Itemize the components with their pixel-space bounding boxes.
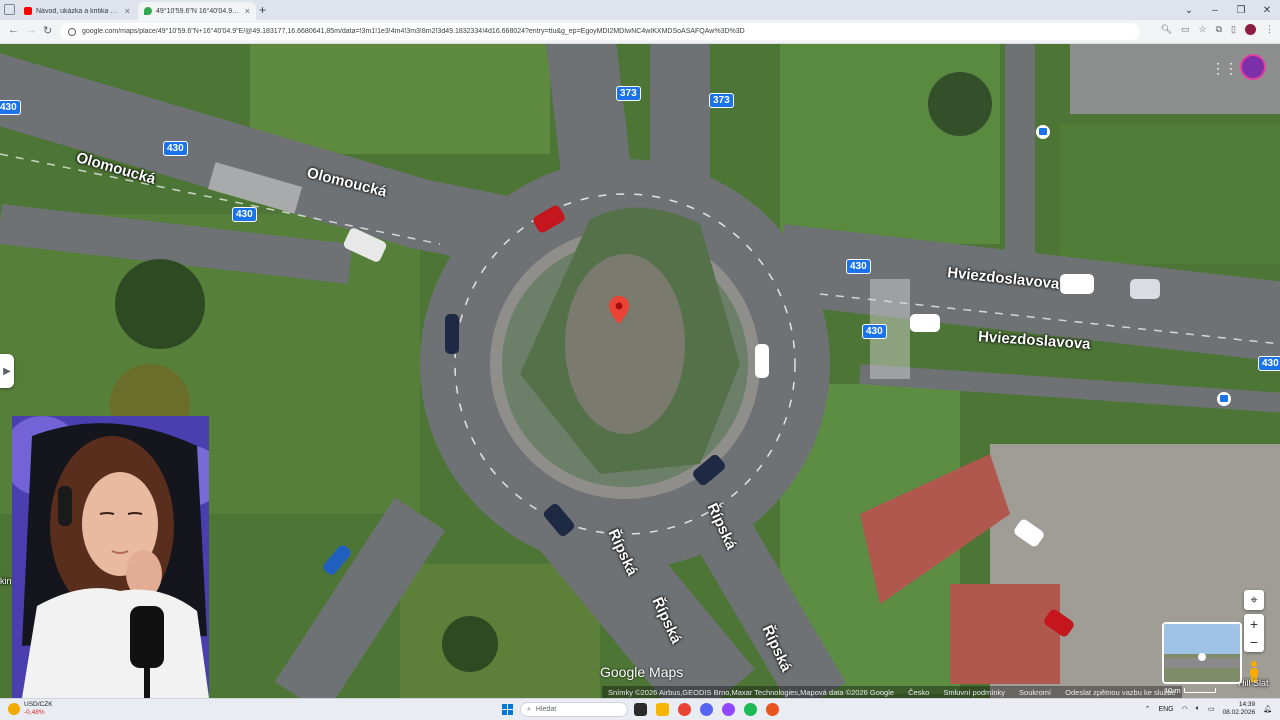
clock[interactable]: 14:39 08.02.2026: [1223, 701, 1256, 717]
ticker-change: -0,48%: [24, 709, 45, 716]
wifi-icon[interactable]: ◠: [1182, 705, 1188, 713]
bus-stop-icon[interactable]: [1216, 391, 1232, 407]
language-indicator[interactable]: ENG: [1158, 706, 1173, 713]
route-shield: 430: [232, 207, 257, 222]
messenger-icon[interactable]: [722, 703, 735, 716]
crosshair-icon: ⌖: [1250, 592, 1258, 607]
toolbar-actions: 🔍︎ ▭ ☆ ⧉ ▯ ⋮: [1161, 24, 1274, 35]
system-tray: ⌃ ENG ◠ 🔈︎ ▭ 14:39 08.02.2026 🔔︎: [1145, 701, 1272, 717]
close-tab-icon[interactable]: ×: [245, 6, 250, 16]
route-shield: 430: [1258, 356, 1280, 371]
forward-icon[interactable]: →: [26, 24, 37, 36]
scale-label: 10 m: [1164, 686, 1181, 695]
bus-stop-icon[interactable]: [1035, 124, 1051, 140]
layers-thumbnail-button[interactable]: [1162, 622, 1242, 684]
my-location-button[interactable]: ⌖: [1244, 590, 1264, 610]
search-placeholder: Hledat: [535, 706, 557, 713]
browser-toolbar: ← → ↻ google.com/maps/place/49°10'59.6"N…: [0, 20, 1280, 44]
streamer-video: [12, 416, 209, 698]
maximize-icon[interactable]: ❐: [1228, 5, 1254, 16]
spotify-icon[interactable]: [744, 703, 757, 716]
route-shield: 373: [616, 86, 641, 101]
scale-bar[interactable]: 10 m: [1164, 686, 1216, 695]
notifications-icon[interactable]: 🔔︎: [1263, 705, 1272, 713]
tab-title: 49°10'59.6"N 16°40'04.9"E - M: [156, 7, 241, 15]
back-icon[interactable]: ←: [8, 24, 19, 36]
reload-icon[interactable]: ↻: [43, 24, 52, 37]
route-shield: 430: [862, 324, 887, 339]
clock-date: 08.02.2026: [1222, 709, 1256, 716]
currency-icon: [8, 703, 20, 715]
close-window-icon[interactable]: ✕: [1254, 5, 1280, 16]
tray-chevron-icon[interactable]: ⌃: [1145, 705, 1151, 713]
map-attribution: Snímky ©2026 Airbus,GEODIS Brno,Maxar Te…: [602, 686, 1182, 698]
tab-search-icon[interactable]: [4, 4, 15, 15]
street-view-thumbnail: [1164, 624, 1240, 682]
route-shield: 430: [0, 100, 21, 115]
privacy-link[interactable]: Soukromí: [1019, 688, 1051, 697]
route-shield: 430: [163, 141, 188, 156]
tab-title: Návod, ukázka a kritika nov: [36, 7, 121, 15]
route-shield: 430: [846, 259, 871, 274]
ticker-symbol: USD/CZK: [24, 701, 53, 708]
pegman-icon[interactable]: [1247, 660, 1261, 682]
extensions-icon[interactable]: ⧉: [1216, 24, 1222, 35]
maps-favicon-icon: [144, 7, 152, 15]
tab-youtube[interactable]: Návod, ukázka a kritika nov ×: [18, 2, 136, 20]
expand-panel-button[interactable]: ▶: [0, 354, 14, 388]
windows-taskbar: USD/CZK -0,48% ⌕ Hledat ⌃ ENG ◠ 🔈︎ ▭ 14:…: [0, 698, 1280, 720]
youtube-favicon-icon: [24, 7, 32, 15]
zoom-icon[interactable]: 🔍︎: [1161, 24, 1172, 35]
terms-link[interactable]: Smluvní podmínky: [943, 688, 1005, 697]
address-bar[interactable]: google.com/maps/place/49°10'59.6"N+16°40…: [60, 23, 1140, 40]
edge-place-label: kin: [0, 576, 12, 586]
google-maps-logo: Google Maps: [600, 664, 684, 680]
profile-avatar[interactable]: [1245, 24, 1256, 35]
close-tab-icon[interactable]: ×: [125, 6, 130, 16]
battery-icon[interactable]: ▭: [1208, 705, 1215, 713]
task-view-icon[interactable]: [634, 703, 647, 716]
firefox-icon[interactable]: [766, 703, 779, 716]
clock-time: 14:39: [1238, 701, 1256, 708]
location-pin-icon[interactable]: [609, 296, 629, 324]
menu-kebab-icon[interactable]: ⋮: [1265, 24, 1274, 35]
zoom-in-button[interactable]: +: [1250, 615, 1258, 633]
site-info-icon[interactable]: [68, 27, 76, 36]
route-shield: 373: [709, 93, 734, 108]
country-link[interactable]: Česko: [908, 688, 929, 697]
new-tab-button[interactable]: +: [259, 3, 266, 17]
account-avatar[interactable]: [1240, 54, 1266, 80]
tab-google-maps[interactable]: 49°10'59.6"N 16°40'04.9"E - M ×: [138, 2, 256, 20]
cast-icon[interactable]: ▭: [1181, 24, 1190, 35]
imagery-credits: Snímky ©2026 Airbus,GEODIS Brno,Maxar Te…: [608, 687, 895, 697]
tab-strip: Návod, ukázka a kritika nov × 49°10'59.6…: [0, 0, 1280, 20]
webcam-overlay: [12, 416, 209, 698]
taskbar-search[interactable]: ⌕ Hledat: [520, 702, 628, 717]
zoom-control: + −: [1244, 614, 1264, 652]
zoom-out-button[interactable]: −: [1250, 633, 1258, 651]
url-text: google.com/maps/place/49°10'59.6"N+16°40…: [82, 28, 745, 35]
search-icon: ⌕: [527, 705, 531, 713]
feedback-link[interactable]: Odeslat zpětnou vazbu ke službě: [1065, 688, 1176, 697]
window-controls: ⌄ – ❐ ✕: [1176, 0, 1280, 20]
volume-icon[interactable]: 🔈︎: [1196, 705, 1200, 713]
start-button[interactable]: [502, 704, 513, 715]
minimize-icon[interactable]: –: [1202, 5, 1228, 16]
discord-icon[interactable]: [700, 703, 713, 716]
file-explorer-icon[interactable]: [656, 703, 669, 716]
bookmark-star-icon[interactable]: ☆: [1199, 24, 1207, 35]
scale-line: [1183, 688, 1216, 693]
tab-list-icon[interactable]: ⌄: [1176, 5, 1202, 16]
sidepanel-icon[interactable]: ▯: [1231, 24, 1236, 35]
chrome-icon[interactable]: [678, 703, 691, 716]
pinned-apps: [634, 703, 779, 716]
stock-widget[interactable]: USD/CZK -0,48%: [8, 701, 53, 717]
